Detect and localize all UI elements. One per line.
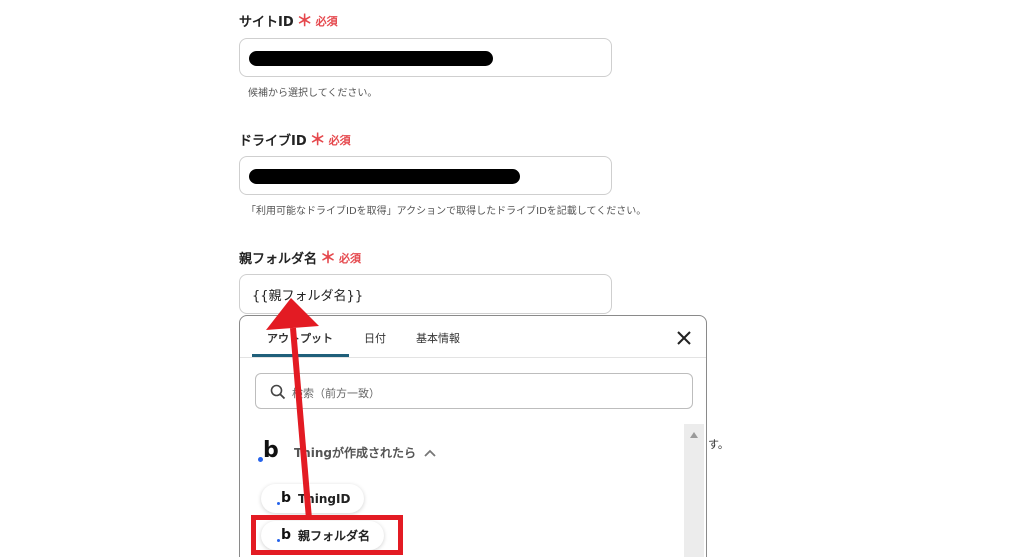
required-text: 必須	[315, 14, 338, 28]
required-mark: ＊	[320, 247, 337, 267]
site-id-input[interactable]	[239, 38, 612, 77]
output-chip-thingid[interactable]: b ThingID	[261, 484, 365, 513]
scrollbar[interactable]	[684, 424, 704, 557]
drive-id-label-text: ドライブID	[239, 134, 307, 149]
required-text: 必須	[339, 251, 362, 265]
app-logo-icon: b	[258, 438, 280, 464]
chevron-up-icon[interactable]	[424, 443, 436, 462]
chip-logo-letter: b	[281, 489, 292, 506]
chip-label: ThingID	[298, 491, 351, 506]
tab-basic-info[interactable]: 基本情報	[416, 330, 460, 346]
search-icon	[270, 384, 286, 404]
site-id-helper: 候補から選択してください。	[248, 88, 378, 99]
trigger-group-header[interactable]: b Thingが作成されたら	[258, 438, 436, 464]
redacted-value	[249, 51, 493, 66]
parent-folder-value: {{親フォルダ名}}	[252, 289, 364, 304]
panel-tabs: アウトプット 日付 基本情報	[240, 316, 706, 358]
required-text: 必須	[328, 133, 351, 147]
drive-id-helper: 「利用可能なドライブIDを取得」アクションで取得したドライブIDを記載してくださ…	[246, 206, 647, 217]
drive-id-label: ドライブID ＊ 必須	[239, 130, 351, 149]
active-tab-indicator	[252, 354, 349, 357]
form-page: サイトID ＊ 必須 候補から選択してください。 ドライブID ＊ 必須 「利用…	[0, 0, 1011, 557]
site-id-label: サイトID ＊ 必須	[239, 11, 338, 30]
annotation-highlight-box	[251, 515, 403, 555]
trigger-label: Thingが作成されたら	[294, 445, 416, 460]
site-id-label-text: サイトID	[239, 15, 294, 30]
required-mark: ＊	[296, 10, 313, 30]
required-mark: ＊	[309, 129, 326, 149]
tab-date[interactable]: 日付	[364, 330, 386, 346]
parent-folder-label: 親フォルダ名 ＊ 必須	[239, 248, 361, 267]
close-icon[interactable]	[676, 330, 692, 346]
search-input[interactable]: 検索（前方一致）	[255, 373, 693, 409]
app-logo-icon: b	[277, 489, 292, 507]
redacted-value	[249, 169, 520, 184]
app-logo-letter: b	[263, 438, 279, 463]
truncated-helper-text: す。	[708, 438, 729, 451]
parent-folder-input[interactable]: {{親フォルダ名}}	[239, 274, 612, 314]
drive-id-input[interactable]	[239, 156, 612, 195]
parent-folder-label-text: 親フォルダ名	[239, 252, 318, 267]
search-placeholder: 検索（前方一致）	[292, 387, 380, 400]
tab-output[interactable]: アウトプット	[267, 330, 333, 346]
scroll-up-arrow-icon[interactable]	[690, 432, 698, 438]
